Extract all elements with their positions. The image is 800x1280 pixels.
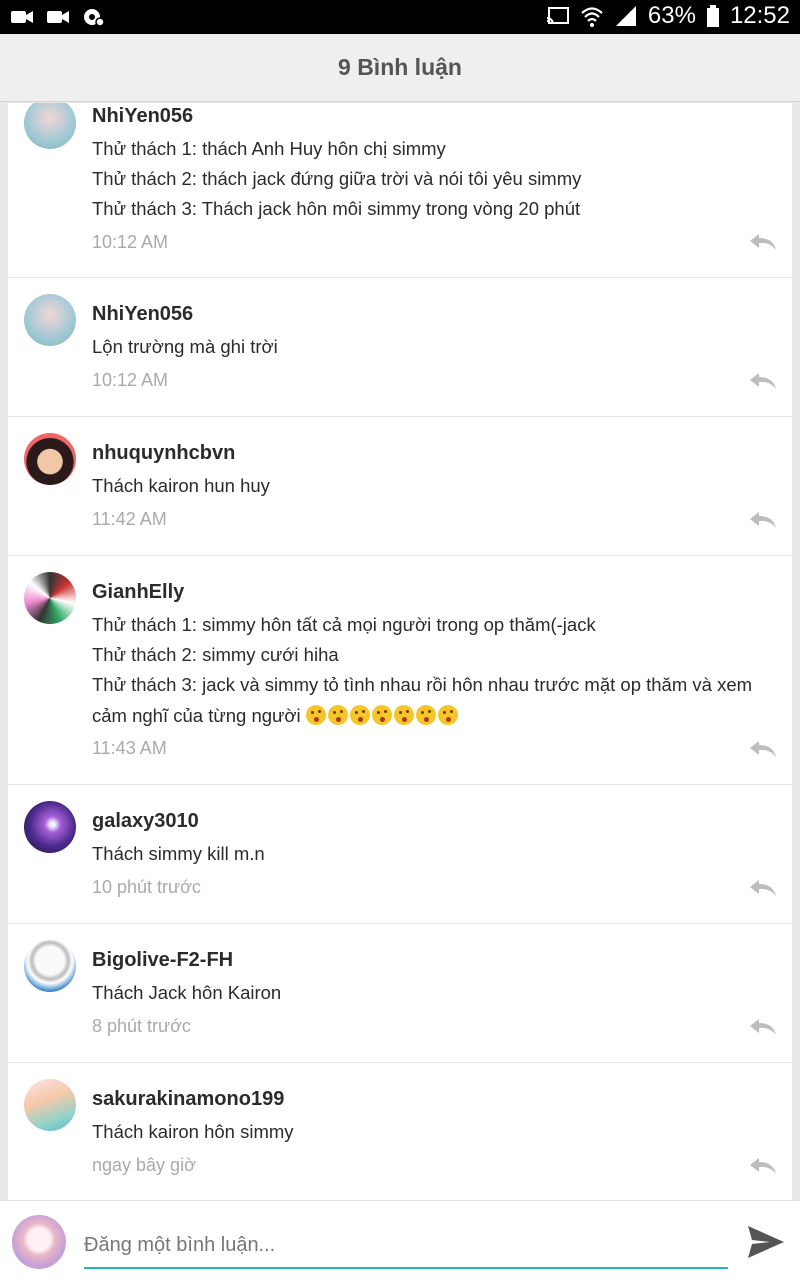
cast-icon — [546, 7, 569, 25]
page-title: 9 Bình luận — [338, 54, 462, 80]
comment-text-line: Thách simmy kill m.n — [92, 843, 265, 864]
kissing-face-emoji — [305, 705, 326, 725]
comment-composer — [0, 1200, 800, 1280]
wifi-icon — [581, 7, 603, 27]
comment-username[interactable]: Bigolive-F2-FH — [92, 949, 233, 972]
comment-input[interactable] — [84, 1223, 728, 1269]
kissing-face-emoji — [371, 705, 392, 725]
comment-timestamp: 11:42 AM — [92, 509, 167, 529]
comment-text-line: Thách kairon hun huy — [92, 475, 270, 496]
comment-text-line: Thách Jack hôn Kairon — [92, 982, 282, 1003]
kissing-face-emoji — [437, 705, 458, 725]
comment-timestamp: 10:12 AM — [92, 370, 169, 390]
reply-icon[interactable] — [748, 232, 778, 252]
comment-text-line: Thử thách 1: thách Anh Huy hôn chị simmy — [92, 138, 446, 159]
reply-icon[interactable] — [748, 510, 778, 530]
comment-text-line: Thử thách 1: simmy hôn tất cả mọi người … — [92, 614, 596, 635]
reply-icon[interactable] — [748, 1156, 778, 1176]
kissing-face-emoji — [393, 705, 414, 725]
comment-item: galaxy3010 Thách simmy kill m.n 10 phút … — [8, 785, 792, 924]
comment-username[interactable]: GianhElly — [92, 581, 184, 604]
avatar[interactable] — [24, 294, 76, 346]
video-camera-icon — [47, 11, 69, 23]
comment-username[interactable]: nhuquynhcbvn — [92, 442, 235, 465]
battery-icon — [706, 5, 719, 27]
settings-icon — [84, 9, 105, 27]
comment-timestamp: 8 phút trước — [92, 1016, 191, 1036]
comment-list[interactable]: NhiYen056 Thử thách 1: thách Anh Huy hôn… — [8, 103, 792, 1200]
avatar[interactable] — [24, 103, 76, 149]
avatar[interactable] — [24, 801, 76, 853]
kissing-face-emoji — [327, 705, 348, 725]
avatar[interactable] — [24, 433, 76, 485]
comment-username[interactable]: sakurakinamono199 — [92, 1088, 284, 1111]
reply-icon[interactable] — [748, 1017, 778, 1037]
avatar[interactable] — [24, 940, 76, 992]
comment-timestamp: 10 phút trước — [92, 877, 201, 897]
comment-timestamp: ngay bây giờ — [92, 1155, 196, 1175]
comment-item: GianhElly Thử thách 1: simmy hôn tất cả … — [8, 556, 792, 785]
comment-text-line: Lộn trường mà ghi trời — [92, 336, 278, 357]
comment-text-line: cảm nghĩ của từng người — [92, 705, 792, 727]
emoji-row — [305, 705, 460, 726]
comment-text-line: Thách kairon hôn simmy — [92, 1121, 294, 1142]
comment-text-line: Thử thách 3: Thách jack hôn môi simmy tr… — [92, 198, 581, 219]
comment-text-line: Thử thách 3: jack và simmy tỏ tình nhau … — [92, 674, 753, 695]
comment-username[interactable]: NhiYen056 — [92, 303, 193, 326]
comment-timestamp: 10:12 AM — [92, 232, 169, 252]
reply-icon[interactable] — [748, 878, 778, 898]
reply-icon[interactable] — [748, 739, 778, 759]
send-icon[interactable] — [746, 1223, 786, 1261]
comment-item: NhiYen056 Lộn trường mà ghi trời 10:12 A… — [8, 278, 792, 417]
reply-icon[interactable] — [748, 371, 778, 391]
header-bar: 9 Bình luận — [0, 34, 800, 102]
comment-text-line: Thử thách 2: thách jack đứng giữa trời v… — [92, 168, 582, 189]
comment-timestamp: 11:43 AM — [92, 738, 167, 758]
comment-username[interactable]: galaxy3010 — [92, 810, 199, 833]
avatar[interactable] — [24, 1079, 76, 1131]
avatar — [12, 1215, 66, 1269]
avatar[interactable] — [24, 572, 76, 624]
video-camera-icon — [11, 11, 33, 23]
comment-text-line: Thử thách 2: simmy cưới hiha — [92, 644, 339, 665]
status-bar: 63% 12:52 — [0, 0, 800, 34]
signal-icon — [615, 6, 636, 26]
comment-item: nhuquynhcbvn Thách kairon hun huy 11:42 … — [8, 417, 792, 556]
kissing-face-emoji — [349, 705, 370, 725]
comment-item: NhiYen056 Thử thách 1: thách Anh Huy hôn… — [8, 103, 792, 278]
comment-username[interactable]: NhiYen056 — [92, 105, 193, 128]
kissing-face-emoji — [415, 705, 436, 725]
battery-percent: 63% — [647, 2, 696, 29]
comment-text: cảm nghĩ của từng người — [92, 705, 301, 726]
clock: 12:52 — [729, 2, 790, 29]
comment-item: Bigolive-F2-FH Thách Jack hôn Kairon 8 p… — [8, 924, 792, 1063]
comment-item: sakurakinamono199 Thách kairon hôn simmy… — [8, 1063, 792, 1200]
